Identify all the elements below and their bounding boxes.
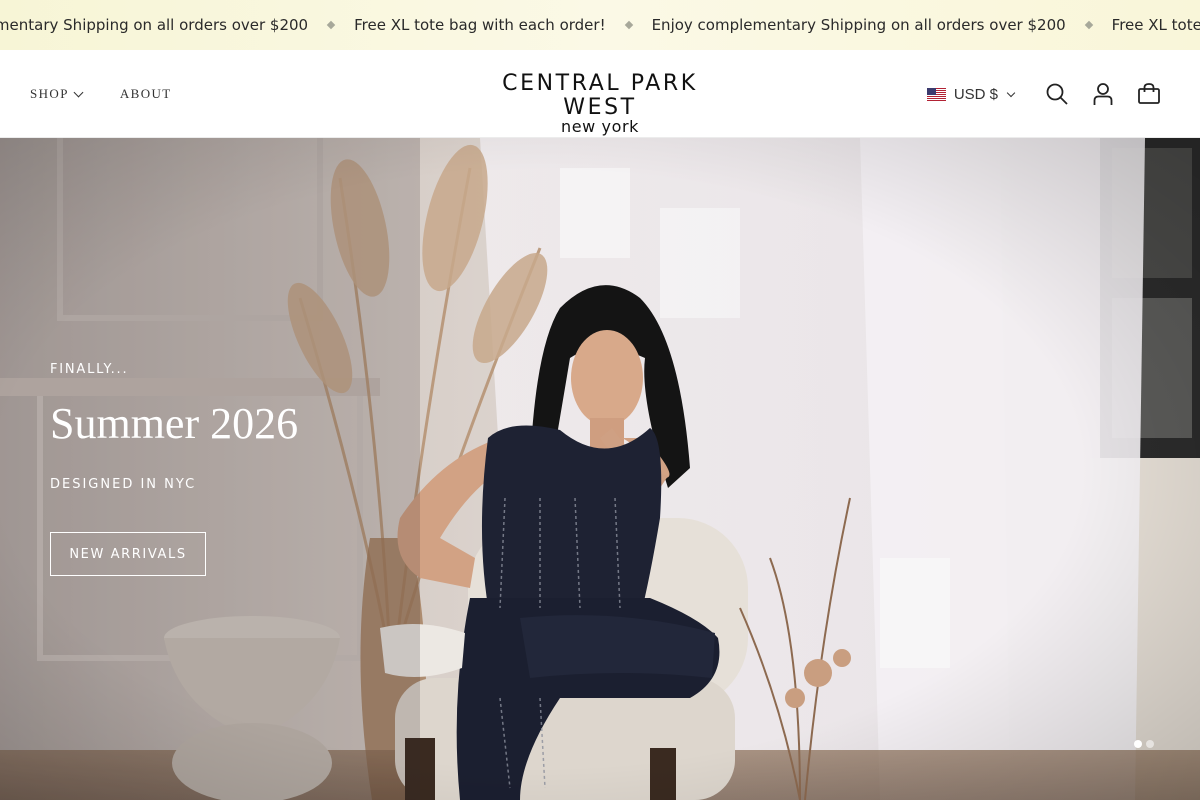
nav-about-label: ABOUT (119, 86, 172, 101)
announcement-item: Enjoy complementary Shipping on all orde… (0, 16, 309, 34)
us-flag-icon (926, 87, 946, 101)
search-button[interactable] (1034, 74, 1080, 114)
account-button[interactable] (1080, 74, 1126, 114)
hero-copy: FINALLY... Summer 2026 DESIGNED IN NYC N… (50, 362, 298, 576)
announcement-item: Free XL tote bag with each order! (1111, 16, 1200, 34)
nav-shop-label: SHOP (30, 86, 69, 101)
announcement-bar: Enjoy complementary Shipping on all orde… (0, 0, 1200, 50)
main-nav: SHOP ABOUT (30, 50, 172, 138)
currency-label: USD $ (953, 85, 998, 103)
new-arrivals-button[interactable]: NEW ARRIVALS (50, 532, 206, 576)
slide-dot-1[interactable] (1134, 740, 1142, 748)
hero-banner: FINALLY... Summer 2026 DESIGNED IN NYC N… (0, 138, 1200, 800)
cart-button[interactable] (1126, 74, 1172, 114)
announcement-separator-icon (326, 20, 336, 30)
announcement-item: Enjoy complementary Shipping on all orde… (651, 16, 1066, 34)
account-icon (1093, 83, 1113, 105)
announcement-item: Free XL tote bag with each order! (354, 16, 606, 34)
announcement-separator-icon (1084, 20, 1093, 30)
hero-subtitle: DESIGNED IN NYC (50, 477, 197, 492)
slideshow-pagination (1134, 740, 1154, 748)
announcement-track: Enjoy complementary Shipping on all orde… (0, 0, 1200, 50)
logo-main-text: CENTRAL PARK WEST (502, 71, 698, 120)
site-header: SHOP ABOUT CENTRAL PARK WEST new york US… (0, 50, 1200, 138)
nav-shop[interactable]: SHOP (30, 86, 84, 102)
currency-selector[interactable]: USD $ (926, 85, 1016, 103)
nav-about[interactable]: ABOUT (120, 86, 172, 102)
site-logo[interactable]: CENTRAL PARK WEST new york (483, 72, 717, 135)
hero-kicker: FINALLY... (50, 362, 129, 377)
slide-dot-2[interactable] (1146, 740, 1154, 748)
search-icon (1046, 83, 1068, 105)
announcement-separator-icon (624, 20, 633, 30)
header-actions: USD $ (926, 50, 1172, 138)
chevron-down-icon (1006, 88, 1016, 97)
logo-sub-text: new york (560, 117, 640, 136)
hero-title: Summer 2026 (50, 399, 299, 448)
chevron-down-icon (73, 87, 84, 97)
cart-icon (1138, 83, 1160, 104)
